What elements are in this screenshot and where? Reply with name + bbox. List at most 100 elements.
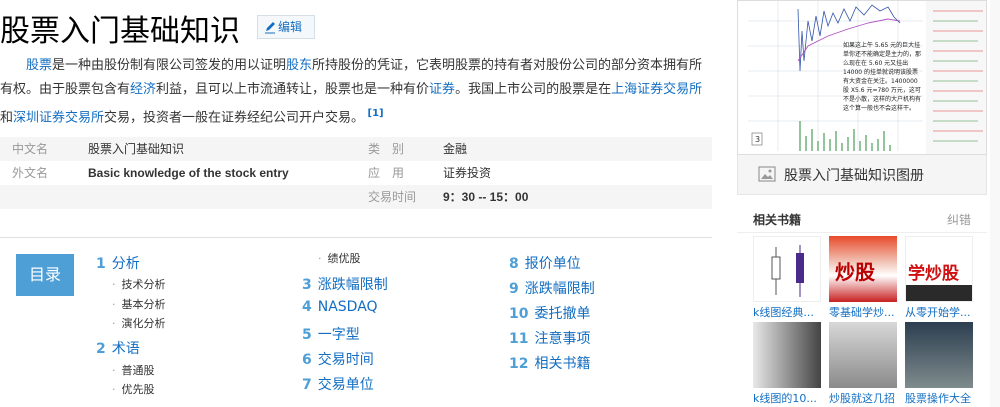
- toc-subtitle: 普通股: [121, 364, 155, 377]
- toc-title: 注意事项: [534, 331, 591, 347]
- toc-subitem[interactable]: · 基本分析: [112, 296, 166, 312]
- page-title: 股票入门基础知识: [0, 14, 240, 49]
- summary-link[interactable]: 经济: [130, 82, 156, 97]
- toc-num: 1: [96, 256, 106, 272]
- info-row: 中文名 股票入门基础知识 类 别 金融: [0, 137, 712, 161]
- picture-icon: [758, 166, 776, 182]
- info-row: 交易时间 9：30 -- 15：00: [0, 185, 712, 209]
- toc-title: 涨跌幅限制: [317, 277, 388, 293]
- toc-title: 交易单位: [317, 377, 374, 393]
- edit-button[interactable]: 编辑: [257, 15, 315, 39]
- toc-subitem[interactable]: · 技术分析: [112, 276, 166, 292]
- toc-subtitle: 优先股: [121, 383, 155, 396]
- info-key: 中文名: [12, 142, 49, 156]
- book-caption: 从零开始学...: [905, 306, 971, 319]
- toc-title: 一字型: [317, 327, 360, 343]
- toc-title: 相关书籍: [534, 356, 591, 372]
- summary-text: 和: [0, 110, 14, 126]
- book-card[interactable]: 股票操作大全: [905, 322, 973, 406]
- book-cover: [753, 322, 821, 388]
- related-books-title: 相关书籍: [753, 213, 802, 227]
- toc-item[interactable]: 10 委托撤单: [509, 303, 590, 323]
- summary-link[interactable]: 股东: [286, 58, 312, 73]
- right-sidebar: 3 如果这上午 5.65 元的巨大挂单你还不能确定是主力的，那么现在在 5.60…: [737, 0, 987, 407]
- toc-item[interactable]: 12 相关书籍: [509, 353, 590, 373]
- book-card[interactable]: 学炒股 从零开始学...: [905, 236, 973, 320]
- toc-title: 委托撤单: [534, 306, 591, 322]
- summary-link[interactable]: 股票: [26, 58, 52, 73]
- toc-subtitle: 绩优股: [327, 252, 361, 265]
- toc-subitem[interactable]: · 演化分析: [112, 315, 166, 331]
- pencil-icon: [265, 22, 275, 34]
- toc-subtitle: 基本分析: [121, 298, 166, 311]
- toc-item[interactable]: 9 涨跌幅限制: [509, 278, 595, 298]
- summary-text: 是一种由股份制有限公司签发的用以证明: [52, 58, 287, 73]
- reference-link[interactable]: [1]: [364, 108, 384, 119]
- toc-num: 8: [509, 256, 519, 272]
- toc-subtitle: 技术分析: [121, 278, 166, 291]
- scrollbar[interactable]: [990, 0, 1000, 407]
- book-cover: [905, 322, 973, 388]
- info-value: 9：30 -- 15：00: [443, 190, 529, 204]
- book-card[interactable]: k线图的10...: [753, 322, 821, 406]
- book-caption: 股票操作大全: [905, 392, 971, 405]
- book-cover: [829, 322, 897, 388]
- toc-subitem[interactable]: · 普通股: [112, 362, 155, 378]
- stock-chart-thumbnail: 3 如果这上午 5.65 元的巨大挂单你还不能确定是主力的，那么现在在 5.60…: [738, 1, 986, 154]
- summary-link[interactable]: 证券: [429, 82, 455, 97]
- toc-subtitle: 演化分析: [121, 317, 166, 330]
- summary-link[interactable]: 深圳证券交易所: [13, 110, 104, 125]
- toc-num: 2: [96, 341, 106, 357]
- info-value: 股票入门基础知识: [88, 142, 185, 156]
- toc-item[interactable]: 2 术语: [96, 338, 140, 358]
- toc-item[interactable]: 6 交易时间: [302, 349, 374, 369]
- book-caption: 零基础学炒...: [829, 306, 895, 319]
- toc-subitem[interactable]: · 优先股: [112, 381, 155, 397]
- toc-subitem[interactable]: · 绩优股: [318, 250, 361, 266]
- summary-text: 。我国上市公司的股票是在: [455, 82, 612, 97]
- toc-item[interactable]: 4 NASDAQ: [302, 299, 378, 315]
- book-caption: 炒股就这几招: [829, 392, 895, 405]
- chart-center-label: 3: [755, 135, 760, 144]
- book-cover: 炒股: [829, 236, 897, 302]
- book-card[interactable]: 炒股 零基础学炒...: [829, 236, 897, 320]
- album-cover-image[interactable]: 3 如果这上午 5.65 元的巨大挂单你还不能确定是主力的，那么现在在 5.60…: [737, 0, 987, 155]
- toc-item[interactable]: 5 一字型: [302, 324, 360, 344]
- toc-num: 9: [509, 281, 519, 297]
- summary-paragraph: 股票是一种由股份制有限公司签发的用以证明股东所持股份的凭证，它表明股票的持有者对…: [0, 54, 712, 130]
- album-link[interactable]: 股票入门基础知识图册: [737, 155, 987, 195]
- info-key: 交易时间: [368, 190, 417, 204]
- toc-item[interactable]: 7 交易单位: [302, 374, 374, 394]
- book-cover: [753, 236, 821, 302]
- edit-label: 编辑: [278, 20, 303, 34]
- basic-info-box: 中文名 股票入门基础知识 类 别 金融 外文名 Basic knowledge …: [0, 137, 712, 209]
- info-value: Basic knowledge of the stock entry: [88, 166, 289, 180]
- toc-title: 交易时间: [317, 352, 374, 368]
- related-books-header: 相关书籍 纠错: [737, 205, 987, 233]
- info-key: 类 别: [368, 142, 405, 156]
- toc-label: 目录: [16, 254, 74, 296]
- summary-link[interactable]: 上海证券交易所: [611, 82, 702, 97]
- info-key: 应 用: [368, 166, 405, 180]
- info-value: 金融: [443, 142, 468, 156]
- toc-item[interactable]: 8 报价单位: [509, 253, 581, 273]
- toc-num: 11: [509, 331, 529, 347]
- info-key: 外文名: [12, 166, 49, 180]
- toc-num: 5: [302, 327, 312, 343]
- toc-item[interactable]: 3 涨跌幅限制: [302, 274, 388, 294]
- book-cover: 学炒股: [905, 236, 973, 302]
- toc-item[interactable]: 1 分析: [96, 253, 140, 273]
- book-card[interactable]: k线图经典...: [753, 236, 821, 320]
- toc-title: 术语: [111, 341, 140, 357]
- report-error-link[interactable]: 纠错: [947, 211, 971, 228]
- toc-num: 10: [509, 306, 529, 322]
- table-of-contents: 目录 1 分析 · 技术分析 · 基本分析 · 演化分析 2 术语 · 普通股 · 优先股 ·…: [0, 237, 712, 407]
- info-value: 证券投资: [443, 166, 492, 180]
- book-card[interactable]: 炒股就这几招: [829, 322, 897, 406]
- album-title: 股票入门基础知识图册: [784, 168, 924, 184]
- toc-num: 7: [302, 377, 312, 393]
- toc-item[interactable]: 11 注意事项: [509, 328, 590, 348]
- toc-title: NASDAQ: [317, 299, 378, 315]
- book-caption: k线图的10...: [753, 392, 817, 405]
- book-caption: k线图经典...: [753, 306, 814, 319]
